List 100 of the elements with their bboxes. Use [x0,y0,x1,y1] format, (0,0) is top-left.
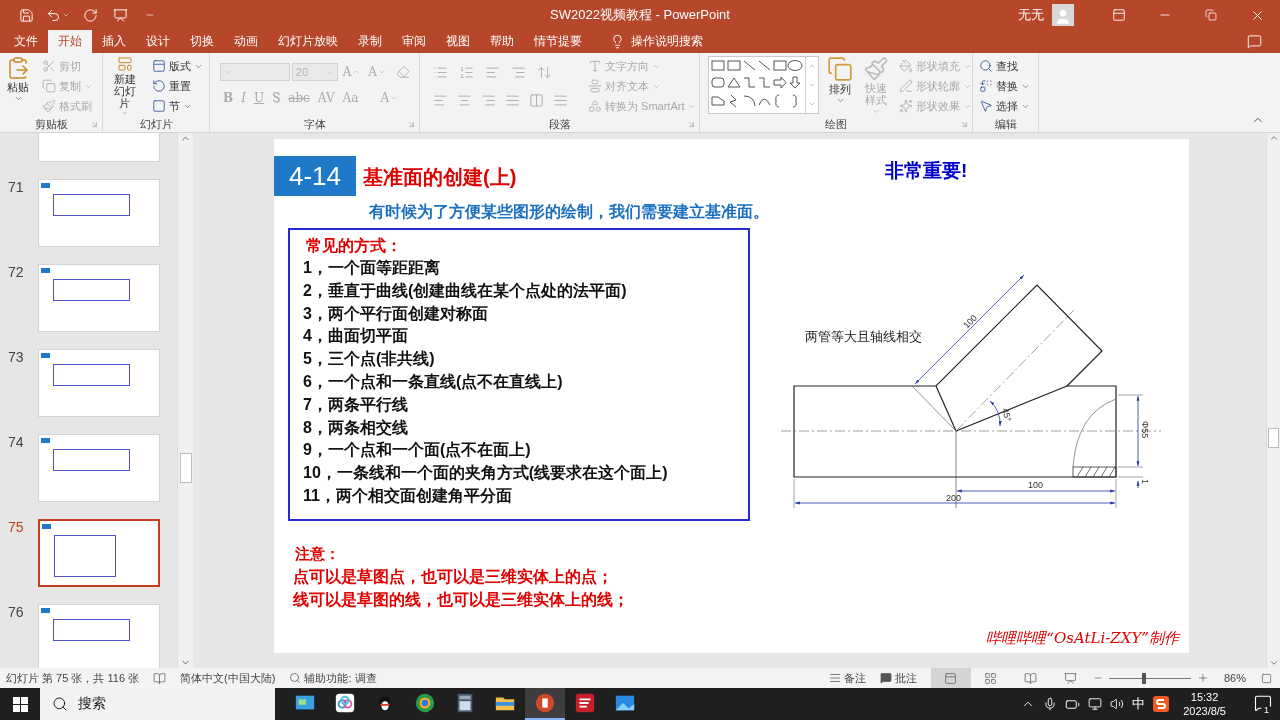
slide-number: 72 [7,264,25,282]
notification-button[interactable]: 1 [1248,690,1272,718]
zoom-thumb[interactable] [1142,672,1147,684]
arrange-icon [827,56,853,82]
ribbon-tab[interactable]: 切换 [180,30,224,53]
network-icon [1088,697,1103,711]
lightbulb-icon [610,34,625,49]
dimension-label: 45° [1000,406,1014,423]
normal-view-icon [944,671,958,685]
pointer-icon [979,99,993,113]
input-app-icon [1153,696,1170,712]
ribbon-tab[interactable]: 幻灯片放映 [268,30,348,53]
ribbon-button[interactable]: 替换 [977,76,1032,96]
undo-icon [46,7,61,23]
save-icon [18,7,34,23]
subtitle: 有时候为了方便某些图形的绘制，我们需要建立基准面。 [369,202,770,222]
input-method[interactable]: 中 [1132,695,1146,713]
comment-icon [1246,33,1262,49]
ribbon-button[interactable]: 选择 [977,96,1032,116]
app-icon [414,692,436,714]
reading-view-icon [1024,671,1038,685]
group-label: 幻灯片 [139,117,173,132]
footer-credit: 哔哩哔哩“OsAtLi-ZXY”制作 [986,629,1179,648]
clipboard-icon [6,56,30,80]
scroll-thumb[interactable] [180,453,192,483]
group-label: 段落 [548,117,571,132]
slide-count: 幻灯片 第 75 张，共 116 张 [6,670,140,686]
tell-me-search[interactable]: 操作说明搜索 [604,30,709,53]
layout-icon [152,59,166,73]
comment-icon [879,672,892,684]
group-label: 剪贴板 [34,117,68,132]
slide-number: 74 [7,434,25,452]
slide-number: 76 [7,604,25,622]
ribbon-tab[interactable]: 插入 [92,30,136,53]
ribbon-button[interactable]: 版式 [150,56,205,76]
scrollbar[interactable] [1266,133,1280,668]
window-title: SW2022视频教程 - PowerPoint [550,6,730,24]
accessibility-status[interactable]: 辅助功能: 调查 [289,670,377,686]
language-status: 简体中文(中国大陆) [180,670,276,686]
ribbon-tab[interactable]: 视图 [436,30,480,53]
ribbon-tab[interactable]: 文件 [4,30,48,53]
ribbon-tab[interactable]: 录制 [348,30,392,53]
eraser-icon [396,65,410,79]
caret-icon [352,68,361,76]
ribbon-tab[interactable]: 设计 [136,30,180,53]
view-button[interactable] [930,668,971,688]
method-item: 6，一个点和一条直线(点不在直线上) [303,372,564,392]
brush-icon [863,56,889,82]
user-name: 无无 [1018,6,1044,24]
ribbon-button[interactable]: 查找 [977,56,1032,76]
distribute-icon [552,92,568,108]
accessibility-icon [289,672,302,684]
ribbon-button[interactable]: 粘贴 [4,56,32,116]
columns-icon [528,92,544,108]
taskbar-search[interactable]: 搜索 [40,688,275,720]
reset-icon [152,79,166,93]
note-heading: 注意： [295,544,341,564]
emphasis-text: 非常重要! [885,159,969,183]
search-icon [52,696,68,712]
caret-icon [62,11,70,19]
ribbon-tab[interactable]: 情节提要 [524,30,592,53]
clock-time: 15:32 [1190,690,1219,704]
restore-icon [1205,9,1217,21]
scrollbar[interactable] [177,133,193,668]
scroll-thumb[interactable] [1268,428,1279,448]
ribbon-button[interactable]: 重置 [150,76,205,96]
ribbon-button[interactable]: 节 [150,96,205,116]
group-label: 编辑 [994,117,1017,132]
method-item: 5，三个点(非共线) [303,349,436,370]
ribbon-tab[interactable]: 审阅 [392,30,436,53]
justify-icon [504,92,520,108]
comments-button[interactable]: 批注 [879,670,917,686]
microphone-icon [1043,697,1058,711]
group-label: 字体 [303,117,326,132]
ribbon-button[interactable]: 新建 幻灯片 [107,56,142,116]
ribbon-button[interactable]: 排列 [825,56,855,116]
slideshow-icon [1064,671,1078,685]
smartart-icon [588,99,602,113]
fit-icon [1260,672,1272,684]
figure-caption: 两管等大且轴线相交 [805,329,922,344]
ribbon-tab[interactable]: 帮助 [480,30,524,53]
search-placeholder: 搜索 [78,695,106,713]
notes-button[interactable]: 备注 [828,670,866,686]
clock[interactable]: 15:32 2023/8/5 [1183,690,1226,718]
shapes-gallery[interactable] [708,56,819,114]
dimension-label: Φ55 [1140,421,1150,439]
scroll-up-icon [1268,133,1279,143]
app-icon [534,692,556,714]
note-text: 线可以是草图的线，也可以是三维实体上的线； [293,590,630,610]
method-item: 7，两条平行线 [303,394,409,415]
ribbon-tab[interactable]: 开始 [48,30,92,53]
caret-icon [120,110,129,116]
app-icon [334,692,356,714]
scroll-down-icon [808,81,816,89]
slide-number: 71 [7,179,25,197]
slide-thumbnail[interactable] [38,519,160,587]
method-item: 8，两条相交线 [303,417,409,438]
dimension-label: 200 [946,493,962,503]
taskbar-app[interactable] [525,688,565,720]
ribbon-tab[interactable]: 动画 [224,30,268,53]
